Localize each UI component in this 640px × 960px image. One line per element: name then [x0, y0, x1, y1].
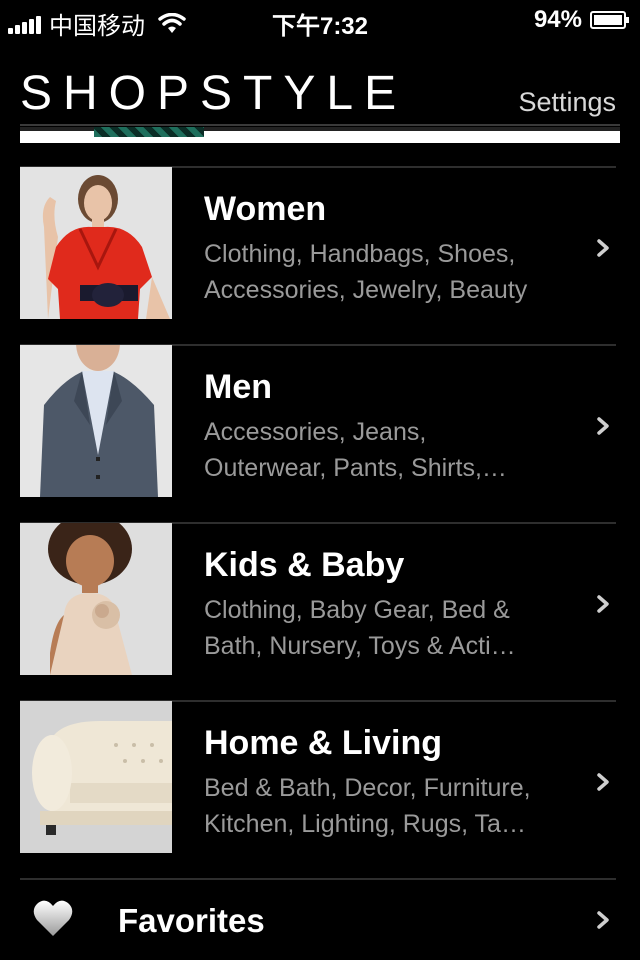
category-list: Women Clothing, Handbags, Shoes, Accesso…: [0, 166, 640, 878]
featured-banner[interactable]: [20, 127, 620, 143]
category-title: Kids & Baby: [204, 546, 405, 584]
banner-fabric-image: [94, 127, 204, 137]
category-subtitle-line: Kitchen, Lighting, Rugs, Ta…: [204, 810, 526, 838]
category-subtitle: Clothing, Handbags, Shoes, Accessories, …: [204, 236, 576, 308]
category-subtitle-line: Accessories, Jeans,: [204, 418, 427, 446]
category-subtitle-line: Bath, Nursery, Toys & Acti…: [204, 632, 516, 660]
category-subtitle: Bed & Bath, Decor, Furniture, Kitchen, L…: [204, 770, 576, 842]
chevron-right-icon: [597, 417, 609, 435]
category-subtitle-line: Clothing, Handbags, Shoes,: [204, 240, 516, 268]
category-row-home-living[interactable]: Home & Living Bed & Bath, Decor, Furnitu…: [0, 700, 640, 878]
chevron-right-icon: [597, 773, 609, 791]
category-subtitle-line: Clothing, Baby Gear, Bed &: [204, 596, 510, 624]
favorites-label: Favorites: [118, 902, 265, 939]
category-row-kids-baby[interactable]: Kids & Baby Clothing, Baby Gear, Bed & B…: [0, 522, 640, 700]
category-subtitle: Clothing, Baby Gear, Bed & Bath, Nursery…: [204, 592, 576, 664]
category-subtitle-line: Accessories, Jewelry, Beauty: [204, 276, 528, 304]
app-header: SHOPSTYLE Settings: [0, 40, 640, 128]
kids-baby-thumbnail: [20, 523, 172, 675]
status-bar: 中国移动 下午7:32 94%: [0, 0, 640, 40]
category-subtitle-line: Outerwear, Pants, Shirts,…: [204, 454, 507, 482]
chevron-right-icon: [597, 239, 609, 257]
chevron-right-icon: [597, 911, 609, 929]
category-title: Home & Living: [204, 724, 443, 762]
row-divider: [20, 878, 616, 880]
header-divider: [20, 124, 620, 126]
shopstyle-logo: SHOPSTYLE: [20, 67, 408, 120]
favorites-row[interactable]: Favorites: [0, 878, 640, 960]
category-subtitle-line: Bed & Bath, Decor, Furniture,: [204, 774, 531, 802]
category-title: Men: [204, 368, 272, 406]
category-row-men[interactable]: Men Accessories, Jeans, Outerwear, Pants…: [0, 344, 640, 522]
heart-icon: [33, 900, 73, 936]
battery-icon: [590, 11, 629, 29]
chevron-right-icon: [597, 595, 609, 613]
category-row-women[interactable]: Women Clothing, Handbags, Shoes, Accesso…: [0, 166, 640, 344]
men-thumbnail: [20, 345, 172, 497]
women-thumbnail: [20, 167, 172, 319]
category-title: Women: [204, 190, 327, 228]
settings-link[interactable]: Settings: [518, 87, 616, 118]
status-right: 94%: [534, 6, 630, 34]
battery-percentage: 94%: [533, 6, 582, 33]
home-living-thumbnail: [20, 701, 172, 853]
category-subtitle: Accessories, Jeans, Outerwear, Pants, Sh…: [204, 414, 576, 486]
